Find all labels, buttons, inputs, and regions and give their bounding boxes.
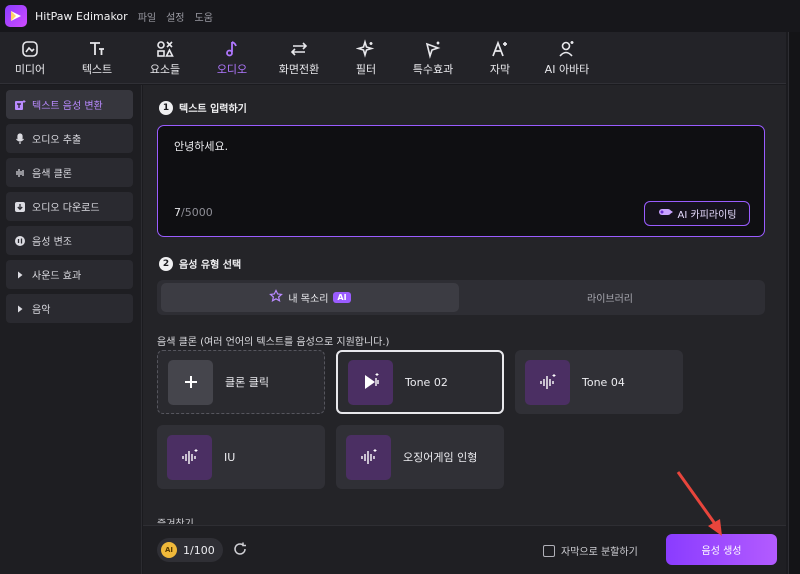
clone-click-card[interactable]: 클론 클릭 [157,350,325,414]
app-logo-icon [5,5,27,27]
tts-panel: 1 텍스트 입력하기 안녕하세요. 7/5000 AI 카피라이팅 2 음성 유… [143,85,786,574]
tool-transition[interactable]: 화면전환 [267,38,331,77]
generate-voice-button[interactable]: 음성 생성 [666,534,777,565]
tool-subtitle[interactable]: 자막 [468,38,532,77]
media-icon [18,38,42,60]
preview-panel-edge [788,32,800,574]
tts-footer: AI 1/100 자막으로 분할하기 음성 생성 [143,525,786,574]
microphone-icon [14,132,26,145]
effects-icon [421,38,445,60]
char-count: 7 [174,206,181,219]
subtitle-icon [488,38,512,60]
ai-copywriting-button[interactable]: AI 카피라이팅 [644,201,750,226]
voice-type-tabs: 내 목소리 AI 라이브러리 [157,280,765,315]
tool-text[interactable]: 텍스트 [65,38,129,77]
filter-icon [354,38,378,60]
triangle-right-icon [14,269,26,281]
ai-pen-icon [658,207,674,220]
transition-icon [287,38,311,60]
tool-elements[interactable]: 요소들 [133,38,197,77]
sidebar-item-sound-effects[interactable]: 사운드 효과 [6,260,133,289]
main-toolbar: 미디어 텍스트 요소들 오디오 화면전환 필터 특수효과 자막 AI 아바타 [0,32,786,84]
download-icon [14,201,26,213]
step1-number: 1 [159,100,173,115]
menu-help[interactable]: 도움 [195,9,213,24]
refresh-credits-button[interactable] [231,541,249,559]
voice-wave-icon [525,359,570,405]
sidebar-item-audio-download[interactable]: 오디오 다운로드 [6,192,133,221]
ai-coin-icon: AI [161,542,177,558]
sidebar-item-audio-extract[interactable]: 오디오 추출 [6,124,133,153]
tool-media[interactable]: 미디어 [0,38,62,77]
tab-my-voice[interactable]: 내 목소리 AI [161,283,459,312]
audio-icon [220,38,244,60]
voice-wave-icon [346,434,391,480]
step1-title: 텍스트 입력하기 [179,104,247,115]
menu-settings[interactable]: 설정 [166,9,184,24]
waveform-icon [14,167,26,179]
favorites-heading: 즐겨찾기 [157,515,194,524]
voice-clone-caption: 음색 클론 (여러 언어의 텍스트를 음성으로 지원합니다.) [157,337,390,348]
voice-card-tone04[interactable]: Tone 04 [515,350,683,414]
star-icon [269,289,284,306]
tool-filter[interactable]: 필터 [334,38,398,77]
app-title: HitPaw Edimakor [35,9,128,23]
ai-credits: AI 1/100 [157,538,223,562]
voice-card-squid-game-doll[interactable]: 오징어게임 인형 [336,425,504,489]
menu-file[interactable]: 파일 [138,9,156,24]
sidebar-item-voice-clone[interactable]: 음색 클론 [6,158,133,187]
credit-count: 1/100 [183,543,215,557]
tool-audio[interactable]: 오디오 [200,38,264,77]
voice-card-tone02[interactable]: Tone 02 [336,350,504,414]
plus-icon [168,359,213,405]
sidebar-item-music[interactable]: 음악 [6,294,133,323]
refresh-icon [232,541,248,560]
tool-ai-avatar[interactable]: AI 아바타 [535,38,599,77]
triangle-right-icon [14,303,26,315]
voice-wave-icon [167,434,212,480]
title-bar: HitPaw Edimakor 파일 설정 도움 [0,0,800,32]
tool-effects[interactable]: 특수효과 [401,38,465,77]
split-subtitle-option[interactable]: 자막으로 분할하기 [543,543,638,558]
tts-text-value[interactable]: 안녕하세요. [174,138,228,154]
char-counter: 7/5000 [174,206,213,219]
text-icon [85,38,109,60]
split-subtitle-checkbox[interactable] [543,544,555,557]
tts-text-input[interactable]: 안녕하세요. 7/5000 AI 카피라이팅 [157,125,765,237]
avatar-icon [555,38,579,60]
step2-heading: 2 음성 유형 선택 [159,256,241,271]
char-max: /5000 [181,206,213,219]
voice-changer-icon [14,235,26,247]
step2-number: 2 [159,256,173,271]
tab-library[interactable]: 라이브러리 [459,283,761,312]
sidebar-item-voice-changer[interactable]: 음성 변조 [6,226,133,255]
voice-play-icon [348,359,393,405]
elements-icon [153,38,177,60]
audio-sidebar: 텍스트 음성 변환 오디오 추출 음색 클론 오디오 다운로드 음성 변조 사운… [0,85,142,574]
tts-icon [14,99,26,111]
step2-title: 음성 유형 선택 [179,260,242,271]
step1-heading: 1 텍스트 입력하기 [159,100,247,115]
sidebar-item-tts[interactable]: 텍스트 음성 변환 [6,90,133,119]
ai-badge: AI [333,292,351,303]
voice-card-iu[interactable]: IU [157,425,325,489]
